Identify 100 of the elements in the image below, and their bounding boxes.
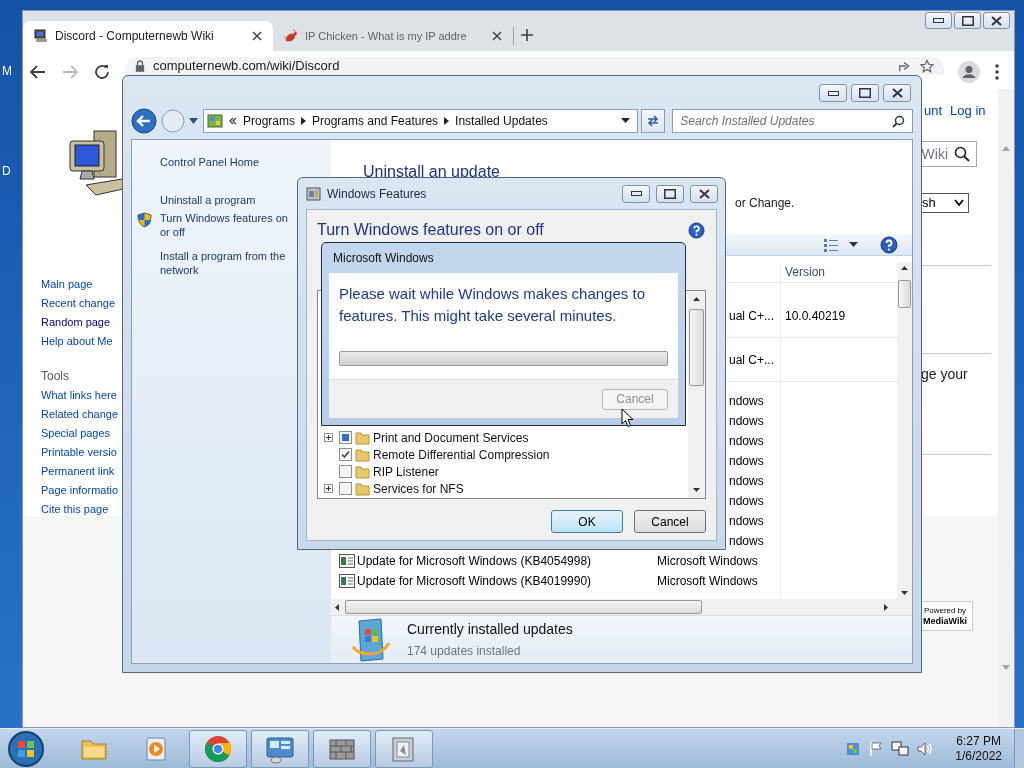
- close-button[interactable]: [983, 12, 1010, 29]
- scroll-right-icon: [884, 603, 888, 611]
- share-icon[interactable]: [898, 59, 912, 73]
- nav-link[interactable]: Random page: [41, 314, 111, 330]
- star-icon[interactable]: [920, 59, 934, 73]
- scroll-thumb[interactable]: [898, 280, 911, 308]
- recent-pages-icon[interactable]: [189, 117, 198, 125]
- help-icon[interactable]: [880, 235, 898, 254]
- new-tab-icon[interactable]: [520, 28, 534, 42]
- clock-time[interactable]: 6:27 PM: [956, 733, 1001, 749]
- dropdown-arrow-icon[interactable]: [621, 118, 631, 124]
- scroll-thumb[interactable]: [689, 309, 704, 386]
- search-icon: [954, 146, 970, 162]
- maximize-icon: [859, 88, 871, 98]
- close-button[interactable]: [883, 84, 911, 102]
- task-link[interactable]: Turn Windows features on or off: [160, 211, 294, 239]
- table-cell-text: ndows: [729, 533, 764, 550]
- computer-icon: [33, 28, 49, 44]
- expand-icon[interactable]: [324, 484, 333, 493]
- maximize-button[interactable]: [851, 84, 879, 102]
- refresh-button[interactable]: [641, 109, 666, 133]
- scroll-thumb[interactable]: [345, 600, 702, 614]
- table-cell-text: ual C+...: [729, 307, 776, 325]
- task-link[interactable]: Uninstall a program: [160, 193, 294, 207]
- search-field[interactable]: Search Installed Updates: [672, 109, 913, 133]
- nav-link[interactable]: Related change: [41, 406, 119, 422]
- language-select[interactable]: sh: [921, 193, 969, 213]
- scrollbar[interactable]: [688, 291, 705, 498]
- flag-icon[interactable]: [869, 740, 884, 757]
- browser-tab[interactable]: IP Chicken - What is my IP addre: [273, 21, 513, 51]
- nav-link[interactable]: What links here: [41, 387, 117, 403]
- checkbox[interactable]: [339, 431, 352, 444]
- task-link[interactable]: Control Panel Home: [160, 155, 294, 169]
- close-icon: [991, 15, 1002, 26]
- breadcrumb-item[interactable]: Installed Updates: [455, 112, 548, 130]
- cancel-button[interactable]: Cancel: [634, 510, 706, 533]
- taskbar-button[interactable]: [375, 729, 433, 768]
- folder-icon: [355, 430, 370, 445]
- feature-label: Remote Differential Compression: [373, 446, 550, 464]
- minimize-button[interactable]: [925, 12, 952, 29]
- view-list-icon[interactable]: [823, 237, 839, 252]
- nav-link[interactable]: Printable versio: [41, 444, 117, 460]
- nav-link[interactable]: Main page: [41, 276, 93, 292]
- checkbox[interactable]: [339, 482, 352, 495]
- close-button[interactable]: [690, 184, 718, 203]
- nav-link[interactable]: Special pages: [41, 425, 111, 441]
- breadcrumb-item[interactable]: Programs: [243, 112, 295, 130]
- volume-icon[interactable]: [917, 740, 934, 757]
- column-header[interactable]: Version: [780, 262, 826, 282]
- scrollbar[interactable]: [331, 599, 912, 615]
- close-icon[interactable]: [251, 30, 263, 42]
- task-link[interactable]: Install a program from the network: [160, 249, 294, 277]
- nav-link[interactable]: Permanent link: [41, 463, 115, 479]
- browser-tab[interactable]: Discord - Computernewb Wiki: [23, 21, 273, 51]
- menu-icon[interactable]: [994, 63, 1000, 81]
- scrollbar[interactable]: [897, 262, 912, 599]
- start-button-icon[interactable]: [7, 729, 45, 768]
- nav-link[interactable]: Help about Me: [41, 333, 113, 349]
- scrollbar[interactable]: [998, 89, 1014, 727]
- nav-link[interactable]: Recent change: [41, 295, 115, 311]
- checkbox[interactable]: [339, 465, 352, 478]
- help-icon[interactable]: [688, 221, 705, 239]
- maximize-button[interactable]: [954, 12, 981, 29]
- maximize-icon: [961, 15, 974, 26]
- search-field[interactable]: Wiki: [921, 141, 977, 167]
- show-desktop-button[interactable]: [1014, 728, 1024, 768]
- login-link[interactable]: Log in: [950, 101, 986, 121]
- checkbox[interactable]: [339, 448, 352, 461]
- rooster-icon: [283, 28, 299, 44]
- chevron-down-icon: [954, 199, 964, 207]
- network-icon[interactable]: [891, 740, 910, 757]
- page-heading: Uninstall an update: [363, 162, 500, 182]
- desktop-icon-label: M: [2, 63, 12, 80]
- taskbar-button[interactable]: [251, 729, 309, 768]
- control-panel-icon: [207, 113, 223, 129]
- back-button-icon[interactable]: [131, 108, 157, 134]
- minimize-button[interactable]: [622, 184, 650, 203]
- taskbar-button[interactable]: [313, 729, 371, 768]
- reload-icon[interactable]: [93, 63, 111, 81]
- back-icon[interactable]: [29, 63, 47, 81]
- chevron-right-icon: [301, 117, 306, 125]
- nav-link[interactable]: Cite this page: [41, 501, 109, 517]
- account-link[interactable]: unt: [924, 101, 943, 121]
- taskbar-button[interactable]: [189, 729, 247, 768]
- refresh-icon: [646, 114, 661, 128]
- address-bar[interactable]: Programs Programs and Features Installed Updates: [203, 109, 639, 133]
- ok-button[interactable]: OK: [551, 510, 623, 533]
- close-icon[interactable]: [491, 30, 503, 42]
- maximize-button[interactable]: [656, 184, 684, 203]
- minimize-button[interactable]: [819, 84, 847, 102]
- scroll-left-icon: [335, 603, 339, 611]
- feature-label: Services for NFS: [373, 480, 464, 498]
- profile-icon[interactable]: [958, 61, 980, 83]
- expand-icon[interactable]: [324, 433, 333, 442]
- address-bar[interactable]: computernewb.com/wiki/Discord: [125, 57, 944, 75]
- folder-icon: [355, 447, 370, 462]
- dropdown-arrow-icon[interactable]: [849, 241, 858, 248]
- nav-link[interactable]: Page informatio: [41, 482, 119, 498]
- breadcrumb-item[interactable]: Programs and Features: [312, 112, 439, 130]
- clock-date[interactable]: 1/6/2022: [955, 748, 1002, 764]
